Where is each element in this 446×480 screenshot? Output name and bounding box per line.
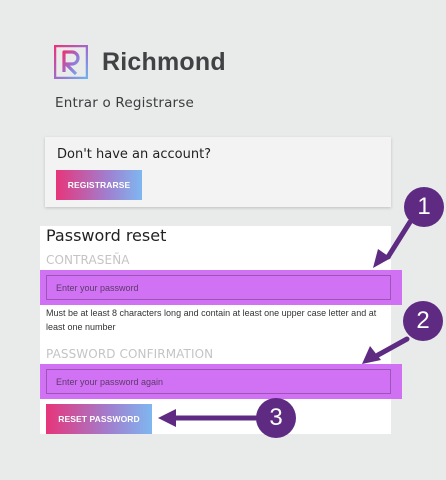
arrow-2-line — [375, 336, 410, 358]
callout-3: 3 — [256, 398, 296, 438]
callout-2: 2 — [403, 301, 443, 341]
arrow-3-head — [158, 409, 176, 427]
arrow-1-line — [385, 219, 413, 260]
annotation-arrows — [158, 219, 413, 427]
callout-1: 1 — [404, 187, 444, 227]
